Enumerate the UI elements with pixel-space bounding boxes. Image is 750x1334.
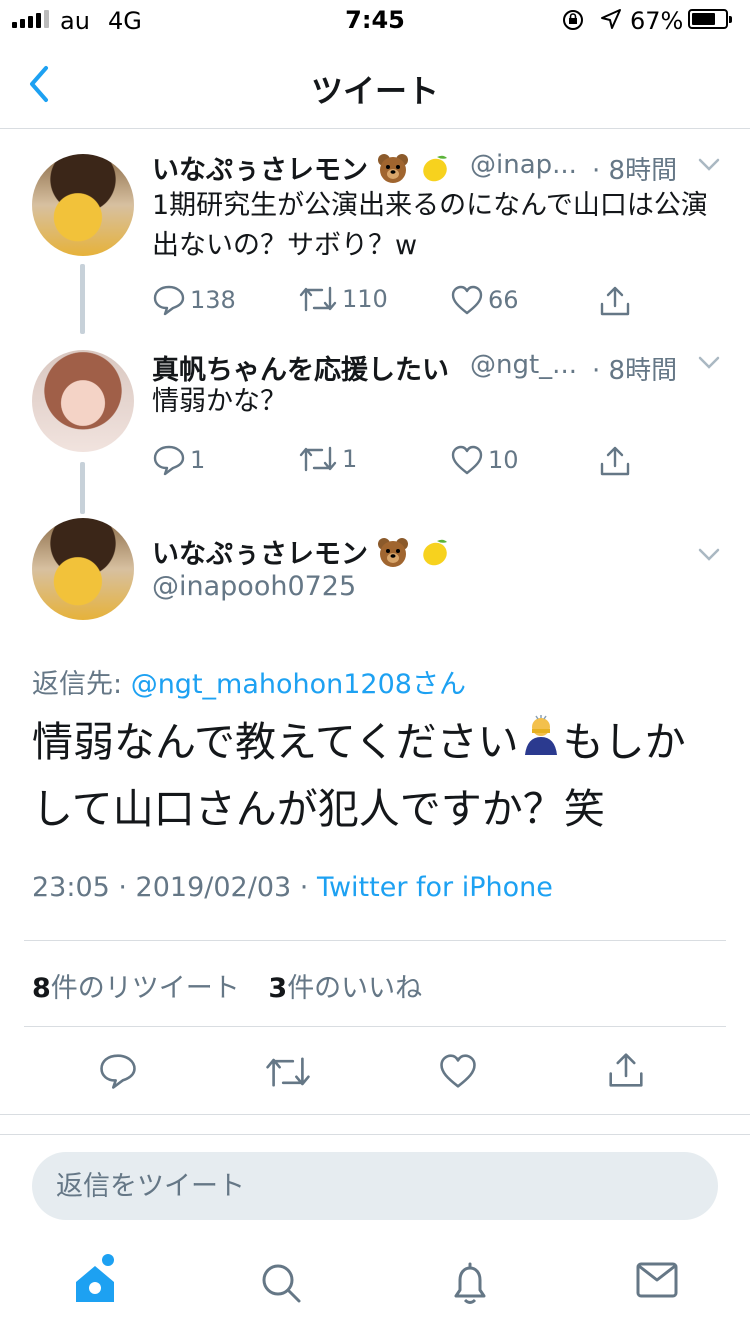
chevron-down-icon[interactable] xyxy=(698,356,720,370)
tweet-meta: 23:05 · 2019/02/03 · Twitter for iPhone xyxy=(32,872,553,903)
avatar[interactable] xyxy=(32,518,134,620)
retweet-icon xyxy=(299,446,337,472)
page-title: ツイート xyxy=(310,72,439,110)
reply-icon[interactable] xyxy=(98,1052,138,1090)
messages-icon[interactable] xyxy=(636,1262,678,1298)
share-icon[interactable] xyxy=(606,1050,646,1090)
retweet-label: 件のリツイート xyxy=(50,973,240,1004)
divider xyxy=(0,1114,750,1115)
reply-count: 1 xyxy=(190,446,206,474)
chevron-down-icon[interactable] xyxy=(698,158,720,172)
lemon-emoji-icon xyxy=(419,537,451,574)
tweet-timestamp: 23:05 · 2019/02/03 · xyxy=(32,872,317,903)
retweet-count: 1 xyxy=(342,445,358,473)
nav-bar: ツイート xyxy=(0,40,750,129)
like-button[interactable]: 66 xyxy=(450,284,519,316)
notification-dot xyxy=(102,1254,114,1266)
bear-emoji-icon xyxy=(377,153,409,190)
tweet-handle[interactable]: @ngt_... xyxy=(470,350,577,380)
retweet-count: 110 xyxy=(342,285,388,313)
share-icon[interactable] xyxy=(598,444,632,478)
tweet-handle[interactable]: @inapooh0725 xyxy=(152,571,356,602)
retweet-button[interactable]: 1 xyxy=(298,444,357,474)
thread-line xyxy=(80,462,85,514)
bowing-person-emoji-icon xyxy=(519,713,563,777)
avatar[interactable] xyxy=(32,350,134,452)
reply-to-line: 返信先: @ngt_mahohon1208さん xyxy=(32,662,466,701)
like-count-link[interactable]: 3件のいいね xyxy=(268,973,422,1004)
main-tweet-text: 情弱なんで教えてください もしかして山口さんが犯人ですか？笑 xyxy=(32,710,722,841)
reply-button[interactable]: 1 xyxy=(152,444,205,476)
home-icon[interactable] xyxy=(72,1262,118,1304)
divider xyxy=(24,1026,726,1027)
location-icon xyxy=(601,9,621,29)
thread-line xyxy=(80,264,85,334)
search-icon[interactable] xyxy=(260,1262,302,1304)
tweet-source-link[interactable]: Twitter for iPhone xyxy=(317,872,553,903)
like-icon xyxy=(451,445,483,475)
retweet-total: 8 xyxy=(32,973,51,1004)
avatar[interactable] xyxy=(32,154,134,256)
lemon-emoji-icon xyxy=(419,153,451,190)
like-icon[interactable] xyxy=(438,1052,478,1090)
like-button[interactable]: 10 xyxy=(450,444,519,476)
like-count: 10 xyxy=(488,446,519,474)
retweet-icon[interactable] xyxy=(264,1054,312,1090)
battery-icon xyxy=(688,9,732,29)
divider xyxy=(24,940,726,941)
divider xyxy=(0,1134,750,1135)
like-label: 件のいいね xyxy=(287,973,423,1004)
reply-count: 138 xyxy=(190,286,236,314)
reply-input[interactable] xyxy=(32,1152,718,1220)
notifications-icon[interactable] xyxy=(450,1262,490,1306)
tweet-time: · 8時間 xyxy=(592,156,678,186)
bear-emoji-icon xyxy=(377,537,409,574)
like-icon xyxy=(451,285,483,315)
tweet-display-name[interactable]: いなぷぅさレモン xyxy=(152,148,451,190)
main-tweet-text-part1: 情弱なんで教えてください xyxy=(32,718,519,766)
reply-button[interactable]: 138 xyxy=(152,284,236,316)
chevron-down-icon[interactable] xyxy=(698,548,720,562)
like-count: 66 xyxy=(488,286,519,314)
retweet-count-link[interactable]: 8件のリツイート xyxy=(32,973,240,1004)
rotation-lock-icon xyxy=(563,10,583,30)
reply-to-user-link[interactable]: @ngt_mahohon1208さん xyxy=(131,669,466,700)
retweet-icon xyxy=(299,286,337,312)
engagement-counts: 8件のリツイート 3件のいいね xyxy=(32,966,442,1005)
tweet-display-name[interactable]: いなぷぅさレモン xyxy=(152,532,451,574)
tweet-text: 1期研究生が公演出来るのになんで山口は公演出ないの？サボり？w xyxy=(152,190,708,261)
retweet-button[interactable]: 110 xyxy=(298,284,388,314)
status-bar: au 4G 7:45 67% xyxy=(0,0,750,40)
tweet-handle[interactable]: @inap... xyxy=(470,150,577,180)
battery-percent: 67% xyxy=(630,7,684,35)
reply-icon xyxy=(153,285,185,316)
tweet-text: 情弱かな？ xyxy=(152,386,287,417)
reply-to-label: 返信先: xyxy=(32,669,131,700)
like-total: 3 xyxy=(268,973,288,1004)
share-icon[interactable] xyxy=(598,284,632,318)
reply-icon xyxy=(153,445,185,476)
